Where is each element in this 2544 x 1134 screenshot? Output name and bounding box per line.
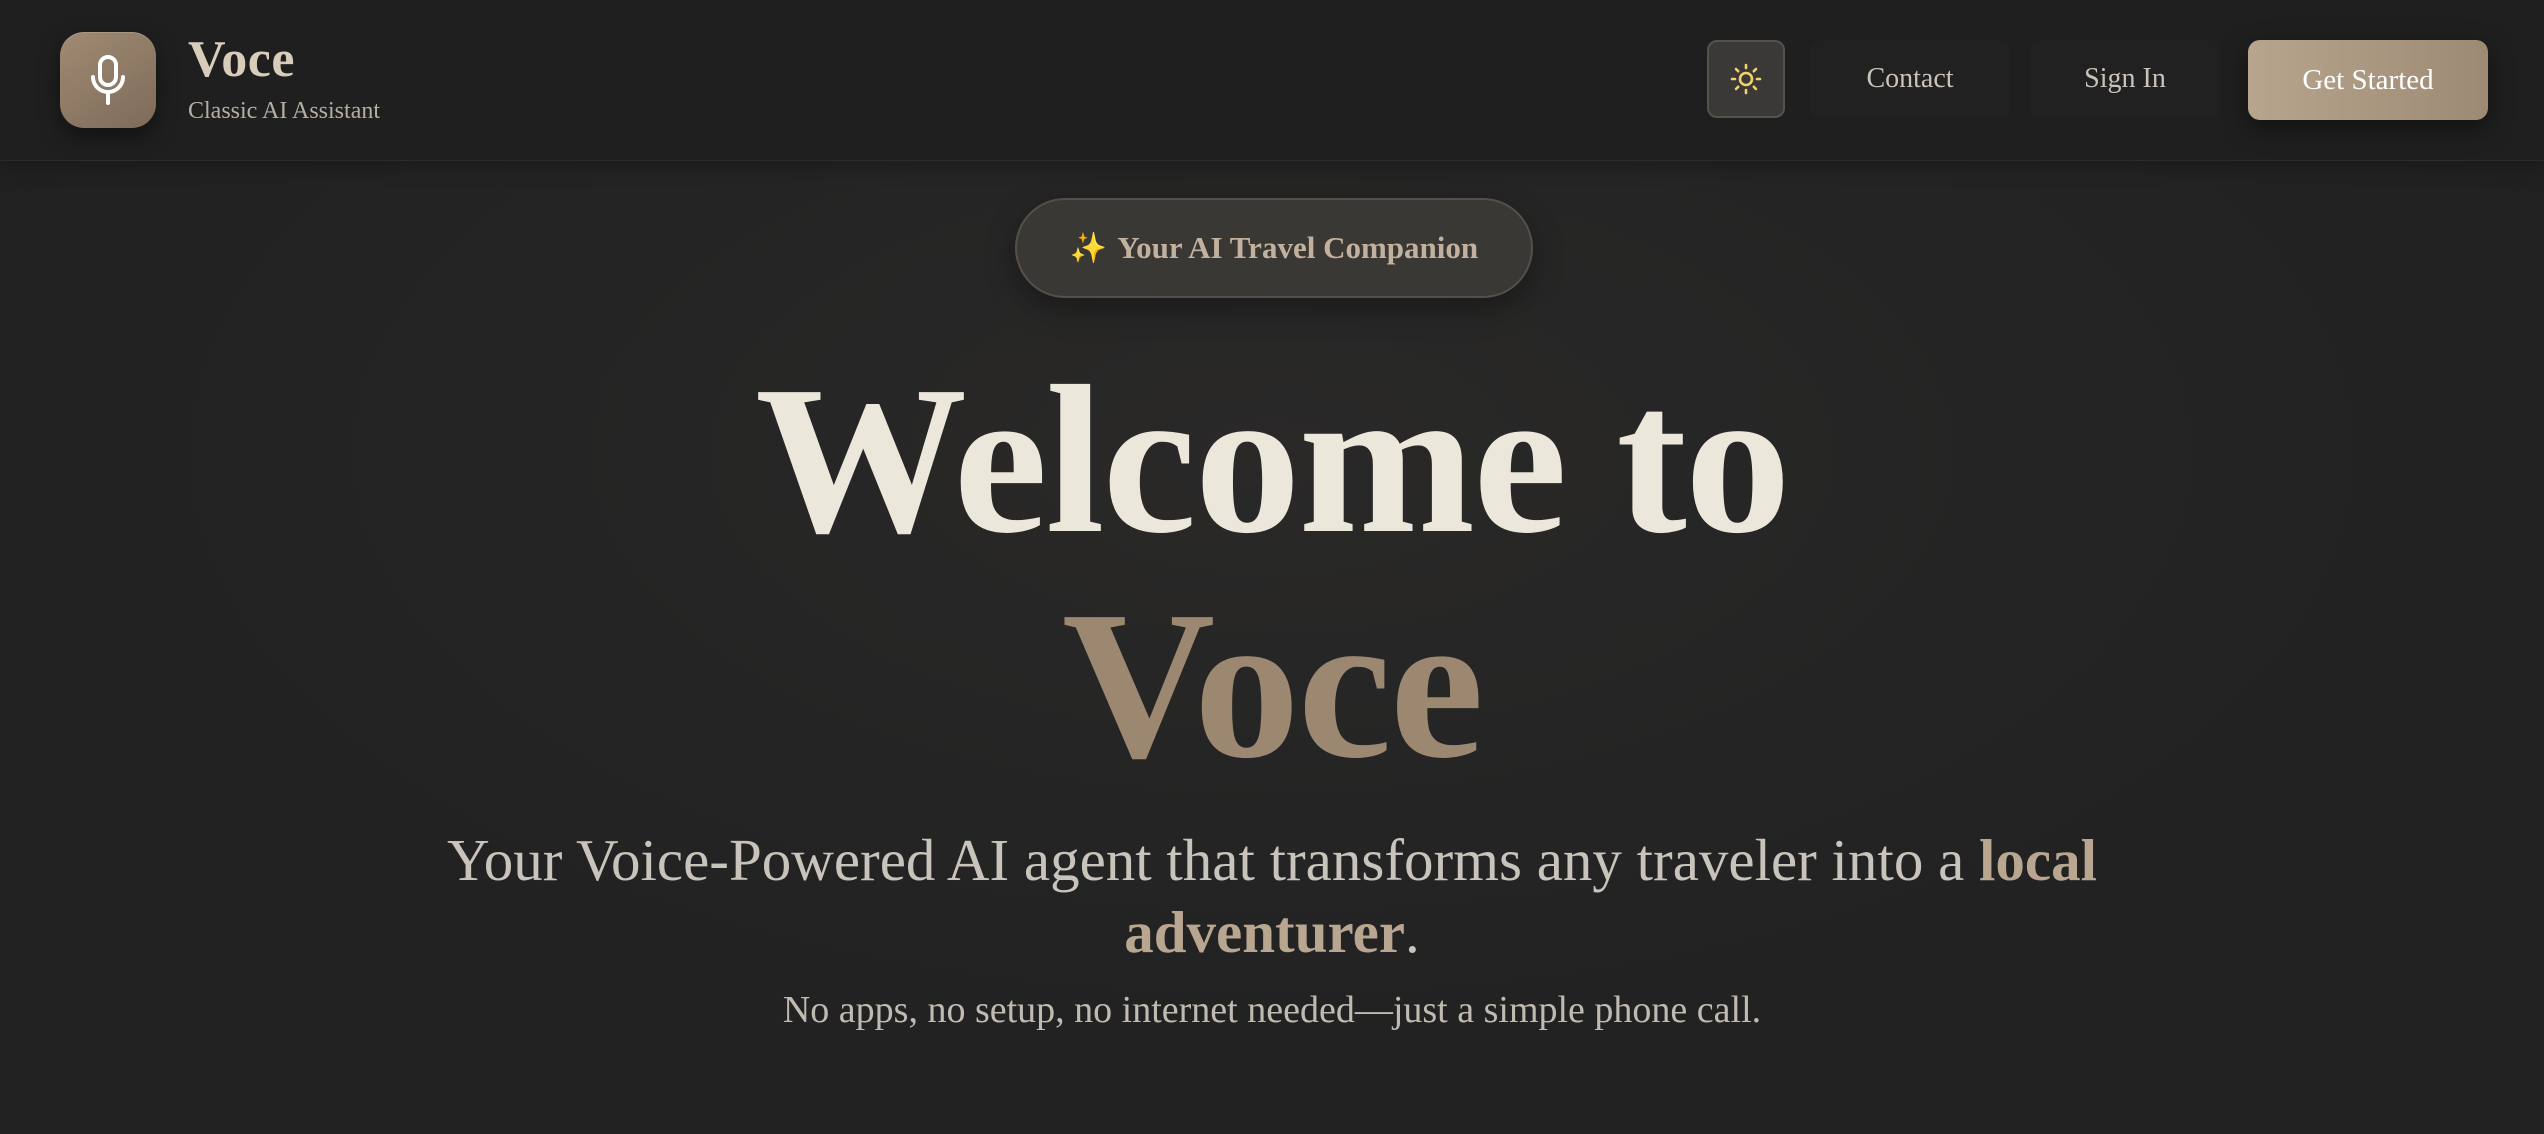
hero-title-line1: Welcome to <box>755 342 1791 577</box>
theme-toggle-button[interactable] <box>1707 40 1785 118</box>
brand-name[interactable]: Voce <box>188 30 295 89</box>
nav-contact-link[interactable]: Contact <box>1810 40 2010 118</box>
sparkles-icon: ✨ <box>1069 231 1108 265</box>
hero-badge: ✨ Your AI Travel Companion <box>1015 198 1533 298</box>
hero-subtagline: No apps, no setup, no internet needed—ju… <box>782 989 1762 1031</box>
hero-tagline: Your Voice-Powered AI agent that transfo… <box>380 824 2164 968</box>
brand-subtitle: Classic AI Assistant <box>188 98 381 124</box>
nav-signin-link[interactable]: Sign In <box>2030 40 2220 118</box>
top-navbar: Voce Classic AI Assistant Contact Sign I… <box>0 0 2544 161</box>
hero-title-brand: Voce <box>1062 567 1484 802</box>
hero-tagline-text: Your Voice-Powered AI agent that transfo… <box>447 827 1980 893</box>
hero-badge-label: Your AI Travel Companion <box>1117 230 1479 265</box>
logo-badge[interactable] <box>60 32 156 128</box>
microphone-icon <box>91 55 125 105</box>
get-started-button[interactable]: Get Started <box>2248 40 2488 120</box>
hero-tagline-period: . <box>1405 899 1420 965</box>
landing-page: Voce Classic AI Assistant Contact Sign I… <box>0 0 2544 1134</box>
sun-icon <box>1730 63 1762 95</box>
